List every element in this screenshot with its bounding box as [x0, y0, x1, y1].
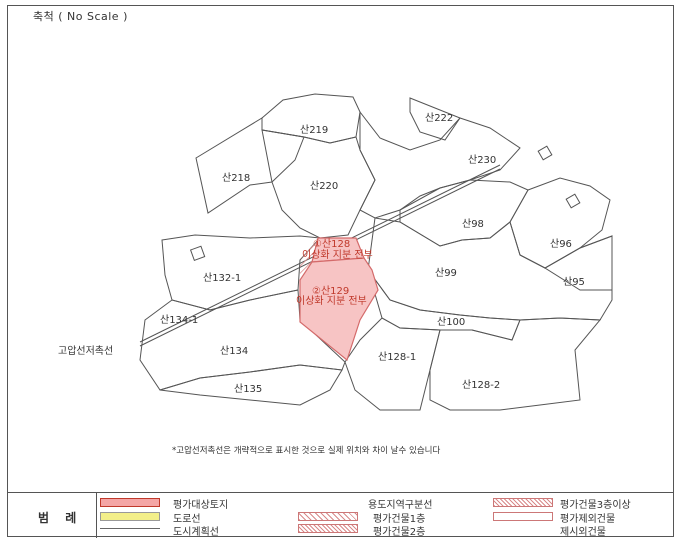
legend-bldg-3f: 평가건물3층이상	[560, 500, 631, 511]
buildings	[189, 145, 581, 261]
cadastral-map: 산219 산222 산230 산218 산220 산98 산96 산132-1 …	[139, 93, 613, 411]
lot-label: 산95	[563, 276, 585, 288]
road-swatch	[100, 512, 160, 521]
map-note: *고압선저촉선은 개략적으로 표시한 것으로 실제 위치와 차이 날수 있습니다	[172, 446, 441, 456]
lot-label: 산134-1	[160, 314, 198, 326]
bldg-2f-swatch	[298, 524, 358, 533]
lot-label: 산134	[220, 345, 248, 357]
lot-label: 산222	[425, 112, 453, 124]
subject-2-owner-label: 이상화 지분 전부	[296, 295, 367, 307]
legend-city-plan: 도시계획선	[173, 527, 219, 538]
legend-bldg-2f: 평가건물2층	[373, 527, 426, 538]
legend-title: 범 례	[38, 511, 83, 525]
legend-divider	[96, 493, 97, 538]
lot-label: 산219	[300, 124, 328, 136]
city-plan-swatch	[100, 528, 160, 529]
lot-label: 산98	[462, 218, 484, 230]
lot-label: 산220	[310, 180, 338, 192]
lot-label: 산218	[222, 172, 250, 184]
legend-non-subject-bldg: 제시외건물	[560, 527, 606, 538]
subject-parcel-2	[299, 257, 379, 362]
lot-label: 산99	[435, 267, 457, 279]
lot-label: 산132-1	[203, 272, 241, 284]
lot-label: 산135	[234, 383, 262, 395]
subject-land-swatch	[100, 498, 160, 507]
lot-label: 산128-2	[462, 379, 500, 391]
subject-1-owner-label: 이상화 지분 전부	[302, 249, 373, 261]
parcel-boundaries	[139, 93, 613, 411]
legend: 범 례 평가대상토지 도로선 도시계획선 용도지역구분선 평가건물1층 평가건물…	[8, 492, 674, 538]
lot-label: 산96	[550, 238, 572, 250]
legend-subject-land: 평가대상토지	[173, 500, 229, 511]
legend-zone-boundary: 용도지역구분선	[368, 500, 433, 511]
bldg-1f-swatch	[298, 512, 358, 521]
lot-label: 산230	[468, 154, 496, 166]
bldg-3f-swatch	[493, 498, 553, 507]
lot-label: 산128-1	[378, 351, 416, 363]
hv-line-label: 고압선저촉선	[58, 346, 114, 357]
subject-1-lot-label: ①산128	[313, 238, 350, 250]
excluded-bldg-swatch	[493, 512, 553, 521]
lot-label: 산100	[437, 316, 465, 328]
